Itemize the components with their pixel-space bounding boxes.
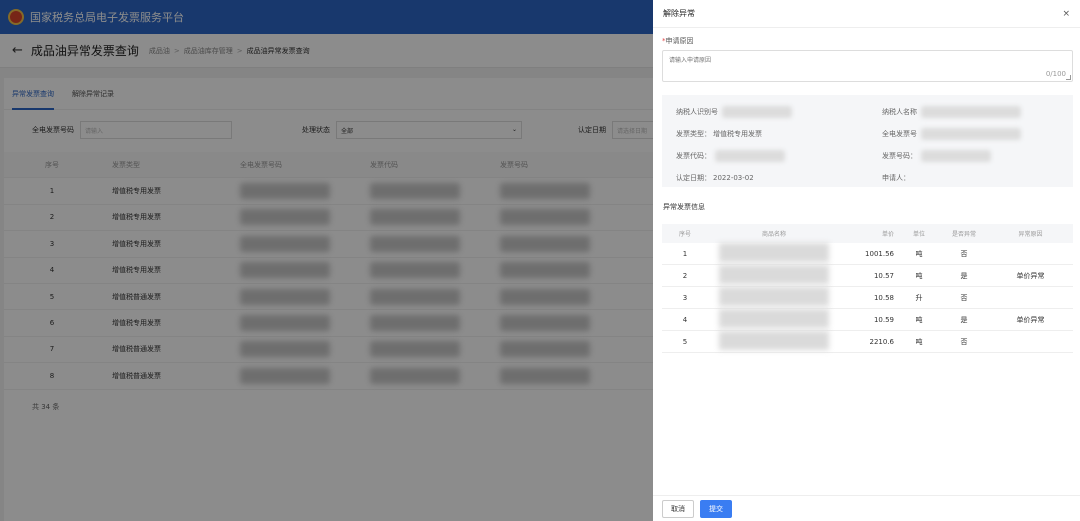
reason-label-text: 申请原因 bbox=[665, 37, 694, 45]
invoice-type-value: 增值税专用发票 bbox=[713, 130, 762, 138]
unit-price: 10.58 bbox=[840, 286, 898, 309]
table-row: 5 2210.6 吨 否 bbox=[662, 330, 1073, 353]
reason-textarea[interactable] bbox=[663, 51, 1072, 81]
abnormal-reason: 单价异常 bbox=[988, 264, 1073, 287]
unit: 吨 bbox=[898, 330, 940, 353]
table-header-cell: 异常原因 bbox=[988, 224, 1073, 243]
taxpayer-id-item: 纳税人识别号 bbox=[676, 105, 882, 119]
table-row: 1 1001.56 吨 否 bbox=[662, 243, 1073, 265]
product-name-cell bbox=[708, 286, 840, 309]
close-icon[interactable]: × bbox=[1062, 9, 1070, 19]
redacted-field bbox=[719, 243, 829, 262]
row-no: 5 bbox=[662, 330, 708, 353]
redacted-field bbox=[921, 150, 991, 162]
abnormal-invoice-table: 序号 商品名称 单价 单位 是否异常 异常原因 1 1001.56 吨 否 2 … bbox=[662, 224, 1073, 353]
invoice-code-item: 发票代码： bbox=[676, 149, 882, 163]
date-label: 认定日期： bbox=[676, 174, 711, 182]
product-name-cell bbox=[708, 330, 840, 353]
is-abnormal: 否 bbox=[940, 330, 988, 353]
table-header-cell: 单位 bbox=[898, 224, 940, 243]
row-no: 3 bbox=[662, 286, 708, 309]
reason-textarea-wrapper: 0/100 bbox=[662, 50, 1073, 82]
row-no: 4 bbox=[662, 308, 708, 331]
is-abnormal: 否 bbox=[940, 243, 988, 265]
applicant-label: 申请人： bbox=[882, 174, 910, 182]
release-abnormal-drawer: 解除异常 × *申请原因 0/100 纳税人识别号 纳税人名称 发票类型： 增值… bbox=[653, 0, 1080, 521]
reason-label: *申请原因 bbox=[662, 36, 1072, 46]
char-counter: 0/100 bbox=[1045, 70, 1066, 78]
unit: 吨 bbox=[898, 264, 940, 287]
reason-section: *申请原因 0/100 bbox=[653, 28, 1080, 82]
redacted-field bbox=[719, 331, 829, 350]
invoice-type-item: 发票类型： 增值税专用发票 bbox=[676, 127, 882, 141]
full-invoice-no-label: 全电发票号 bbox=[882, 130, 917, 138]
table-header-cell: 是否异常 bbox=[940, 224, 988, 243]
abnormal-reason bbox=[988, 286, 1073, 309]
invoice-number-label: 发票号码： bbox=[882, 152, 917, 160]
redacted-field bbox=[715, 150, 785, 162]
date-value: 2022-03-02 bbox=[713, 174, 754, 182]
taxpayer-name-item: 纳税人名称 bbox=[882, 105, 1072, 119]
abnormal-reason: 单价异常 bbox=[988, 308, 1073, 331]
taxpayer-name-label: 纳税人名称 bbox=[882, 108, 917, 116]
date-item: 认定日期： 2022-03-02 bbox=[676, 171, 882, 185]
invoice-type-label: 发票类型： bbox=[676, 130, 711, 138]
applicant-item: 申请人： bbox=[882, 171, 1072, 185]
invoice-info-card: 纳税人识别号 纳税人名称 发票类型： 增值税专用发票 全电发票号 发票代码： 发… bbox=[662, 95, 1073, 187]
redacted-field bbox=[921, 128, 1021, 140]
drawer-header: 解除异常 × bbox=[653, 0, 1080, 28]
redacted-field bbox=[719, 265, 829, 284]
table-row: 3 10.58 升 否 bbox=[662, 286, 1073, 309]
submit-button[interactable]: 提交 bbox=[700, 499, 732, 518]
is-abnormal: 是 bbox=[940, 264, 988, 287]
table-header-cell: 序号 bbox=[662, 224, 708, 243]
invoice-number-item: 发票号码： bbox=[882, 149, 1072, 163]
unit: 吨 bbox=[898, 243, 940, 265]
unit-price: 1001.56 bbox=[840, 243, 898, 265]
unit-price: 2210.6 bbox=[840, 330, 898, 353]
table-header-row: 序号 商品名称 单价 单位 是否异常 异常原因 bbox=[662, 224, 1073, 243]
table-header-cell: 商品名称 bbox=[708, 224, 840, 243]
cancel-button[interactable]: 取消 bbox=[662, 499, 694, 518]
invoice-code-label: 发票代码： bbox=[676, 152, 711, 160]
product-name-cell bbox=[708, 264, 840, 287]
redacted-field bbox=[719, 309, 829, 328]
unit-price: 10.59 bbox=[840, 308, 898, 331]
redacted-field bbox=[722, 106, 792, 118]
table-row: 2 10.57 吨 是 单价异常 bbox=[662, 264, 1073, 287]
abnormal-reason bbox=[988, 243, 1073, 265]
table-row: 4 10.59 吨 是 单价异常 bbox=[662, 308, 1073, 331]
drawer-footer: 取消 提交 bbox=[653, 495, 1080, 521]
section-title: 异常发票信息 bbox=[663, 203, 705, 211]
is-abnormal: 否 bbox=[940, 286, 988, 309]
full-invoice-no-item: 全电发票号 bbox=[882, 127, 1072, 141]
product-name-cell bbox=[708, 243, 840, 265]
product-name-cell bbox=[708, 308, 840, 331]
redacted-field bbox=[719, 287, 829, 306]
unit-price: 10.57 bbox=[840, 264, 898, 287]
unit: 升 bbox=[898, 286, 940, 309]
row-no: 1 bbox=[662, 243, 708, 265]
redacted-field bbox=[921, 106, 1021, 118]
abnormal-reason bbox=[988, 330, 1073, 353]
unit: 吨 bbox=[898, 308, 940, 331]
is-abnormal: 是 bbox=[940, 308, 988, 331]
table-header-cell: 单价 bbox=[840, 224, 898, 243]
taxpayer-id-label: 纳税人识别号 bbox=[676, 108, 718, 116]
resize-handle-icon[interactable] bbox=[1066, 75, 1071, 80]
row-no: 2 bbox=[662, 264, 708, 287]
drawer-title: 解除异常 bbox=[663, 9, 695, 18]
